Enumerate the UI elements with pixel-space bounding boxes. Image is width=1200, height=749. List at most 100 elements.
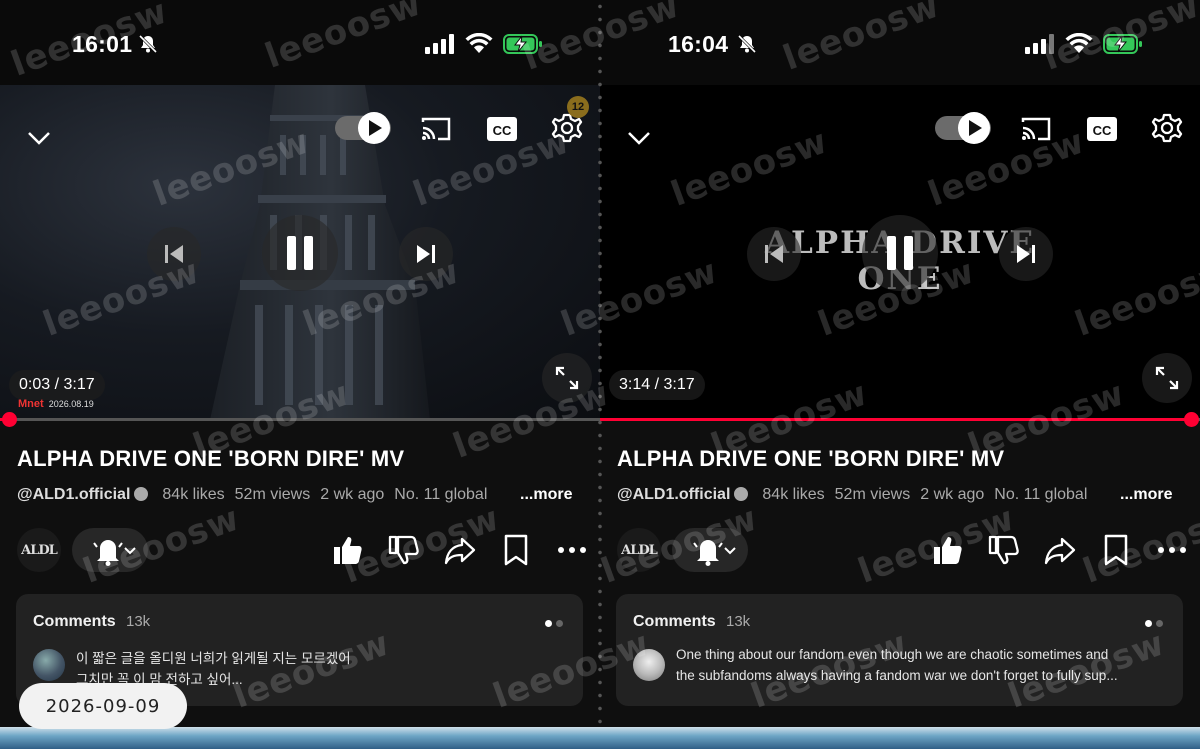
bell-slash-icon [138,34,158,54]
upload-age: 2 wk ago [920,486,985,503]
progress-fill [600,418,1191,421]
cellular-signal-icon [1025,34,1054,54]
more-description-link[interactable]: ...more [1110,486,1173,504]
share-arrow-icon[interactable] [443,533,477,567]
verified-badge-icon [134,487,149,501]
like-thumb-icon[interactable] [931,533,965,567]
likes-count: 84k likes [162,486,225,503]
progress-scrubber[interactable] [2,412,17,427]
more-options-icon[interactable] [1155,533,1189,567]
like-thumb-icon[interactable] [331,533,365,567]
status-bar: 16:01 [0,0,600,85]
bell-icon [693,540,736,566]
pause-button[interactable] [862,215,938,291]
comments-label: Comments [633,613,716,630]
video-player[interactable]: ALPHA DRIVE ONE CC [600,85,1200,420]
pause-button[interactable] [262,215,338,291]
collapse-chevron-icon[interactable] [25,123,53,151]
settings-gear-icon[interactable] [1151,112,1183,144]
verified-badge-icon [734,487,749,501]
collapse-chevron-icon[interactable] [625,123,653,151]
status-clock: 16:04 [668,31,729,57]
autoplay-toggle[interactable] [335,111,391,145]
status-clock: 16:01 [72,31,133,57]
skip-next-icon [1017,245,1035,263]
left-screenshot: 16:01 CC 0:03 / 3:17 Mnet 2026.08.19 12 … [0,0,600,749]
dislike-thumb-icon[interactable] [387,533,421,567]
svg-text:CC: CC [493,123,512,138]
wifi-icon [465,33,493,53]
views-count: 52m views [234,486,311,503]
comment-text-line-2: the subfandoms always having a fandom wa… [676,668,1118,683]
views-count: 52m views [834,486,911,503]
subscription-bell-button[interactable] [72,528,148,572]
fullscreen-button[interactable] [542,353,592,403]
elapsed-time-display: 3:14 / 3:17 [609,370,705,400]
broadcaster-logo: Mnet 2026.08.19 [18,398,94,410]
comment-text-line-1: 이 짧은 글을 올디원 너희가 읽게될 지는 모르겠어 [76,651,351,666]
channel-avatar[interactable]: ALDL [617,528,661,572]
expand-icon [1155,366,1179,390]
pause-icon [887,236,913,270]
more-description-link[interactable]: ...more [510,486,573,504]
video-metadata[interactable]: @ALD1.official 84k likes 52m views 2 wk ago… [17,486,517,504]
comments-count: 13k [126,613,151,630]
status-bar: 16:04 [600,0,1200,85]
next-video-button[interactable] [399,227,453,281]
cast-icon[interactable] [1020,115,1052,143]
channel-handle[interactable]: @ALD1.official [617,486,730,503]
comments-label: Comments [33,613,116,630]
channel-handle[interactable]: @ALD1.official [17,486,130,503]
svg-text:CC: CC [1093,123,1112,138]
elapsed-time-display: 0:03 / 3:17 [9,370,105,400]
video-title: ALPHA DRIVE ONE 'BORN DIRE' MV [617,446,1005,471]
skip-previous-icon [165,245,183,263]
broadcaster-name: Mnet [18,398,44,410]
closed-captions-icon[interactable]: CC [1087,115,1117,143]
video-title: ALPHA DRIVE ONE 'BORN DIRE' MV [17,446,405,471]
upload-age: 2 wk ago [320,486,385,503]
pause-icon [287,236,313,270]
date-stamp: 2026-09-09 [19,683,187,729]
skip-previous-icon [765,245,783,263]
bell-slash-icon [737,34,757,54]
share-arrow-icon[interactable] [1043,533,1077,567]
subscription-bell-button[interactable] [672,528,748,572]
video-metadata[interactable]: @ALD1.official 84k likes 52m views 2 wk ago… [617,486,1117,504]
closed-captions-icon[interactable]: CC [487,115,517,143]
comment-text-line-1: One thing about our fandom even though w… [676,647,1109,662]
battery-charging-icon [503,34,542,54]
previous-video-button[interactable] [747,227,801,281]
fullscreen-button[interactable] [1142,353,1192,403]
video-player[interactable]: CC 0:03 / 3:17 Mnet 2026.08.19 [0,85,600,420]
cellular-signal-icon [425,34,454,54]
cast-icon[interactable] [420,115,452,143]
progress-bar[interactable] [600,412,1200,427]
channel-avatar[interactable]: ALDL [17,528,61,572]
broadcast-date: 2026.08.19 [48,399,94,409]
previous-video-button[interactable] [147,227,201,281]
bell-icon [93,540,136,566]
settings-badge: 12 [567,96,589,118]
comments-count: 13k [726,613,751,630]
carousel-dots [1141,614,1165,627]
dislike-thumb-icon[interactable] [987,533,1021,567]
next-video-button[interactable] [999,227,1053,281]
carousel-dots [541,614,565,627]
trending-rank: No. 11 global [994,486,1088,503]
commenter-avatar [633,649,665,681]
save-bookmark-icon[interactable] [1099,533,1133,567]
progress-bar[interactable] [0,412,600,427]
likes-count: 84k likes [762,486,825,503]
bottom-image-strip [0,727,1200,749]
autoplay-toggle[interactable] [935,111,991,145]
progress-scrubber[interactable] [1184,412,1199,427]
commenter-avatar [33,649,65,681]
trending-rank: No. 11 global [394,486,488,503]
comments-teaser[interactable]: Comments 13k One thing about our fandom … [616,594,1183,706]
panel-divider [597,0,603,725]
battery-charging-icon [1103,34,1142,54]
save-bookmark-icon[interactable] [499,533,533,567]
right-screenshot: 16:04 ALPHA DRIVE ONE [600,0,1200,749]
more-options-icon[interactable] [555,533,589,567]
